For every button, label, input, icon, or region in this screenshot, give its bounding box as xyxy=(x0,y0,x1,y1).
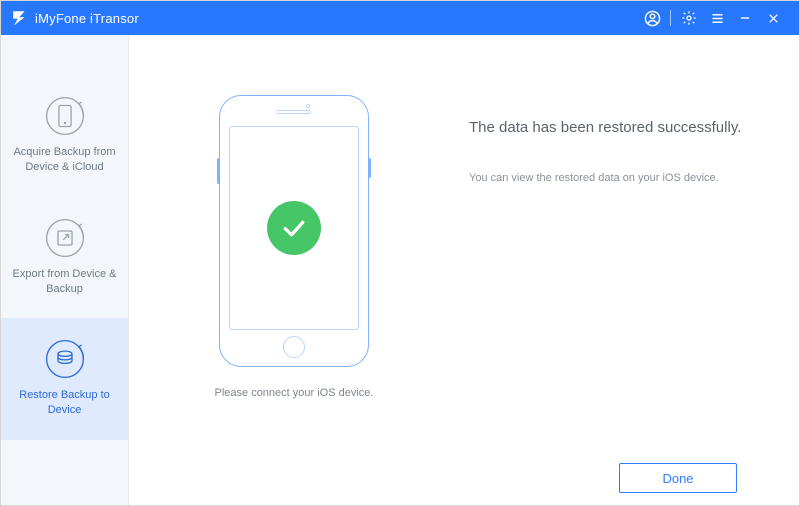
done-button[interactable]: Done xyxy=(619,463,737,493)
connect-device-prompt: Please connect your iOS device. xyxy=(215,387,374,399)
sidebar-item-restore-backup[interactable]: Restore Backup to Device xyxy=(1,318,128,440)
content-area: Please connect your iOS device. The data… xyxy=(129,35,799,505)
success-check-icon xyxy=(267,201,321,255)
success-message: The data has been restored successfully. xyxy=(469,119,741,136)
sidebar-item-acquire-backup[interactable]: Acquire Backup from Device & iCloud xyxy=(1,75,128,197)
minimize-button[interactable] xyxy=(731,1,759,35)
main-area: Acquire Backup from Device & iCloud Expo… xyxy=(1,35,799,505)
app-logo-icon xyxy=(11,9,29,27)
app-logo: iMyFone iTransor xyxy=(11,9,139,27)
success-subtext: You can view the restored data on your i… xyxy=(469,172,741,184)
sidebar-item-label: Export from Device & Backup xyxy=(7,267,122,297)
footer: Done xyxy=(169,451,759,505)
settings-icon[interactable] xyxy=(675,1,703,35)
close-button[interactable] xyxy=(759,1,787,35)
title-bar: iMyFone iTransor xyxy=(1,1,799,35)
titlebar-divider xyxy=(670,10,671,26)
sidebar-item-label: Restore Backup to Device xyxy=(7,388,122,418)
sidebar: Acquire Backup from Device & iCloud Expo… xyxy=(1,35,129,505)
message-column: The data has been restored successfully.… xyxy=(469,95,741,184)
sidebar-item-label: Acquire Backup from Device & iCloud xyxy=(7,145,122,175)
account-icon[interactable] xyxy=(638,1,666,35)
phone-illustration xyxy=(219,95,369,367)
menu-icon[interactable] xyxy=(703,1,731,35)
app-title: iMyFone iTransor xyxy=(35,11,139,26)
sidebar-item-export[interactable]: Export from Device & Backup xyxy=(1,197,128,319)
